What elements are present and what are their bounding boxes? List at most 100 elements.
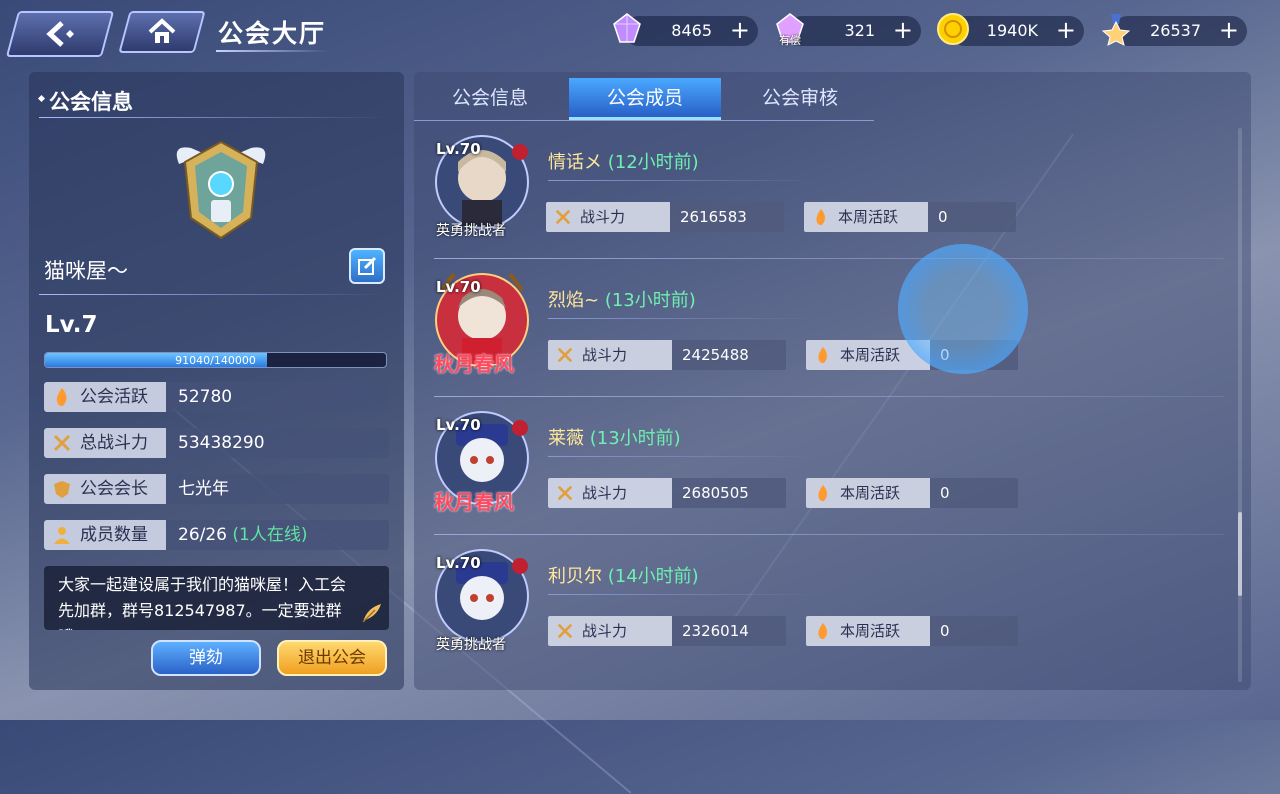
online-count: (1人在线) [232,525,308,545]
activity-label-text: 本周活跃 [840,622,901,640]
member-weekly-activity: 本周活跃 0 [806,616,1018,646]
resource-medal: 26537 + [1101,14,1247,46]
stat-value: 53438290 [178,433,265,453]
stat-value: 七光年 [178,479,229,499]
member-row[interactable]: Lv.70 秋月春风 莱薇 (13小时前) 战斗力 2680505 本周活跃 0 [414,400,1224,538]
divider [39,117,389,118]
tab-guild-members[interactable]: 公会成员 [569,78,721,120]
tab-guild-info[interactable]: 公会信息 [414,78,566,120]
stat-member-count: 成员数量 26/26 (1人在线) [44,520,389,550]
member-name-text: 情话メ [548,152,602,173]
edit-guild-button[interactable] [349,248,385,284]
back-arrow-icon [46,21,74,47]
member-list[interactable]: Lv.70 英勇挑战者 情话メ (12小时前) 战斗力 2616583 本周活跃 0… [414,124,1251,684]
member-title: 英勇挑战者 [436,223,506,239]
member-name-text: 利贝尔 [548,566,602,587]
activity-label: 本周活跃 [806,478,930,508]
member-name: 情话メ (12小时前) [548,148,699,174]
resource-gold: 1940K + [937,13,1084,46]
member-title: 秋月春风 [434,352,514,376]
gold-coin-icon [937,13,969,45]
member-row[interactable]: Lv.70 英勇挑战者 利贝尔 (14小时前) 战斗力 2326014 本周活跃 0 [414,538,1224,676]
power-value: 2616583 [680,208,747,226]
edit-icon [358,256,377,275]
flame-icon [818,484,828,502]
add-gold-button[interactable]: + [1056,18,1076,42]
page-title: 公会大厅 [218,19,327,48]
power-label: 战斗力 [548,478,672,508]
add-bound-crystal-button[interactable]: + [893,18,913,42]
resource-crystal: 8465 + [613,13,758,46]
row-separator [434,258,1224,259]
stat-total-power: 总战斗力 53438290 [44,428,389,458]
member-level: Lv.70 [436,416,481,434]
member-power: 战斗力 2616583 [546,202,784,232]
flame-icon [816,208,826,226]
divider [548,594,818,595]
row-separator [434,396,1224,397]
activity-label-text: 本周活跃 [838,208,899,226]
scrollbar-thumb[interactable] [1238,512,1242,596]
activity-label-text: 本周活跃 [840,484,901,502]
guild-emblem-icon [176,140,266,240]
power-value: 2425488 [682,346,749,364]
activity-label: 本周活跃 [806,616,930,646]
divider [548,180,818,181]
guild-name: 猫咪屋～ [44,259,128,283]
crystal-icon [613,13,641,43]
stat-label: 成员数量 [44,520,166,550]
add-crystal-button[interactable]: + [730,18,750,42]
member-power: 战斗力 2425488 [548,340,786,370]
touch-ripple-effect [898,244,1028,374]
flame-icon [818,622,828,640]
stat-label-text: 成员数量 [80,525,148,545]
tab-divider [414,120,874,121]
crossed-swords-icon [53,434,71,452]
top-bar: 公会大厅 8465 + 有偿 321 + 1940K + 26537 + [0,0,1280,64]
member-count: 26/26 [178,525,227,545]
power-label: 战斗力 [546,202,670,232]
member-row[interactable]: Lv.70 英勇挑战者 情话メ (12小时前) 战斗力 2616583 本周活跃 0 [414,124,1224,262]
medal-icon [1101,14,1131,46]
power-label-text: 战斗力 [582,346,628,364]
stat-label: 总战斗力 [44,428,166,458]
resource-bound-crystal: 有偿 321 + [776,13,921,47]
member-name: 莱薇 (13小时前) [548,424,681,450]
member-power: 战斗力 2326014 [548,616,786,646]
title-underline [216,50,328,52]
member-row[interactable]: Lv.70 秋月春风 烈焰~ (13小时前) 战斗力2425488 本周活跃0 [414,262,1224,400]
home-button[interactable] [118,11,206,53]
flame-icon [56,388,67,406]
impeach-button[interactable]: 弹劾 [151,640,261,676]
activity-value: 0 [938,208,948,226]
tab-guild-review[interactable]: 公会审核 [724,78,876,120]
stat-value: 52780 [178,387,233,407]
member-weekly-activity: 本周活跃 0 [804,202,1016,232]
member-title: 秋月春风 [434,490,514,514]
member-last-online: (14小时前) [607,566,699,587]
guild-notice: 大家一起建设属于我们的猫咪屋！入工会先加群，群号812547987。一定要进群哦 [44,566,389,630]
scrollbar-track[interactable] [1238,128,1242,682]
quit-guild-button[interactable]: 退出公会 [277,640,387,676]
activity-value: 0 [940,622,950,640]
back-button[interactable] [5,11,115,57]
resource-sub-label: 有偿 [779,34,801,47]
power-value: 2326014 [682,622,749,640]
guild-info-panel: 公会信息 猫咪屋～ Lv.7 91040/140000 公会活跃 52780 总… [29,72,404,690]
crossed-swords-icon [557,485,573,501]
feather-pen-icon[interactable] [359,600,385,626]
stat-value: 26/26 (1人在线) [178,520,308,550]
stat-label-text: 公会会长 [80,479,148,499]
stat-label: 公会会长 [44,474,166,504]
activity-label: 本周活跃 [804,202,928,232]
crossed-swords-icon [557,623,573,639]
crossed-swords-icon [557,347,573,363]
resource-value: 26537 [1150,21,1201,40]
stat-guild-leader: 公会会长 七光年 [44,474,389,504]
member-level: Lv.70 [436,140,481,158]
stat-guild-activity: 公会活跃 52780 [44,382,389,412]
member-last-online: (13小时前) [589,428,681,449]
member-weekly-activity: 本周活跃 0 [806,478,1018,508]
stat-label-text: 公会活跃 [80,387,148,407]
add-medal-button[interactable]: + [1219,18,1239,42]
